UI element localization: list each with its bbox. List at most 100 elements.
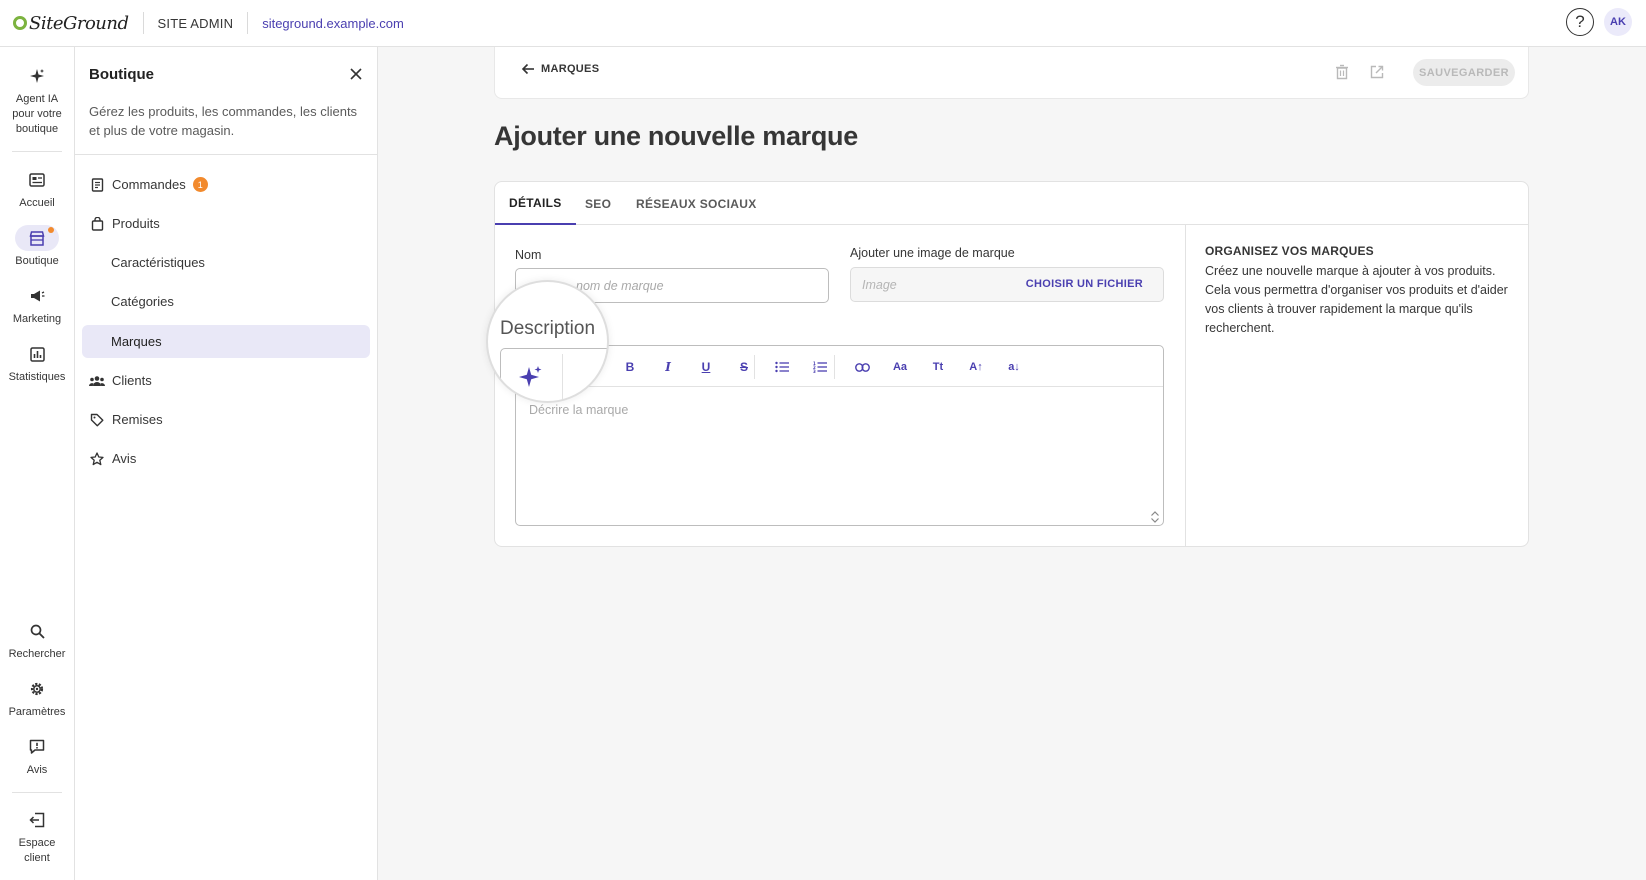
nav-label: Clients <box>112 373 152 388</box>
nav-item-clients[interactable]: Clients <box>82 364 370 397</box>
siteground-logo[interactable]: SiteGround <box>13 13 129 34</box>
rail-label: Rechercher <box>8 648 66 660</box>
rail-label: Statistiques <box>8 371 66 383</box>
rail-item-rechercher[interactable]: Rechercher <box>0 618 74 662</box>
brand-image-input[interactable]: Image CHOISIR UN FICHIER <box>850 267 1164 302</box>
panel-description: Gérez les produits, les commandes, les c… <box>89 104 358 138</box>
ai-sparkle-icon <box>15 63 59 89</box>
numbered-list-button[interactable]: 123 <box>810 357 830 377</box>
strikethrough-button[interactable]: S <box>734 357 754 377</box>
chart-icon <box>15 341 59 367</box>
rail-item-espace-client[interactable]: Espace client <box>0 807 74 866</box>
user-avatar[interactable]: AK <box>1604 8 1632 36</box>
nav-label: Marques <box>111 334 162 349</box>
nav-label: Remises <box>112 412 163 427</box>
link-button[interactable] <box>852 357 872 377</box>
resize-handle[interactable] <box>1149 510 1161 524</box>
exit-icon <box>15 807 59 833</box>
tab-details[interactable]: DÉTAILS <box>495 182 576 225</box>
divider <box>12 151 62 152</box>
rail-item-marketing[interactable]: Marketing <box>0 283 74 327</box>
rail-label: Boutique <box>15 255 59 267</box>
back-to-brands-link[interactable]: MARQUES <box>521 63 599 75</box>
magnifier-overlay: Description <box>486 280 609 403</box>
store-icon <box>15 225 59 251</box>
close-panel-button[interactable] <box>347 65 365 83</box>
delete-button[interactable] <box>1333 63 1351 81</box>
rail-item-avis[interactable]: Avis <box>0 734 74 778</box>
shop-panel: Boutique Gérez les produits, les command… <box>75 47 378 880</box>
nav-item-marques[interactable]: Marques <box>82 325 370 358</box>
top-bar: SiteGround SITE ADMIN siteground.example… <box>0 0 1646 47</box>
divider <box>142 12 144 34</box>
nav-item-categories[interactable]: Catégories <box>82 285 370 318</box>
divider <box>834 355 835 379</box>
help-icon: ? <box>1575 12 1585 31</box>
rail-label: Accueil <box>19 197 55 209</box>
gear-icon <box>15 676 59 702</box>
tag-icon <box>89 412 105 428</box>
description-textarea[interactable]: Décrire la marque <box>529 403 628 417</box>
text-style-button[interactable]: Tt <box>928 357 948 377</box>
rail-item-boutique[interactable]: Boutique <box>0 225 74 269</box>
nav-item-commandes[interactable]: Commandes 1 <box>82 168 370 201</box>
tab-bar: DÉTAILS SEO RÉSEAUX SOCIAUX <box>495 182 1528 225</box>
choose-file-button[interactable]: CHOISIR UN FICHIER <box>1026 278 1143 290</box>
bold-button[interactable]: B <box>620 357 640 377</box>
nav-item-avis[interactable]: Avis <box>82 442 370 475</box>
site-domain-link[interactable]: siteground.example.com <box>262 16 404 31</box>
rail-label: Agent IA pour votre boutique <box>12 93 62 135</box>
link-icon <box>854 362 870 372</box>
resize-icon <box>1151 511 1159 523</box>
logo-text: SiteGround <box>29 12 129 34</box>
rail-item-ai-agent[interactable]: Agent IA pour votre boutique <box>0 63 74 137</box>
magnified-editor <box>500 348 607 401</box>
page-title: Ajouter une nouvelle marque <box>494 121 858 151</box>
help-button[interactable]: ? <box>1566 8 1594 36</box>
numbered-list-icon: 123 <box>813 361 827 373</box>
rail-item-accueil[interactable]: Accueil <box>0 167 74 211</box>
bullet-list-icon <box>775 361 789 373</box>
help-title: ORGANISEZ VOS MARQUES <box>1205 244 1374 258</box>
description-editor: B I U S 123 Aa Tt A↑ a↓ Décrire la marqu… <box>515 345 1164 526</box>
action-bar: MARQUES SAUVEGARDER <box>494 47 1529 99</box>
italic-button[interactable]: I <box>658 357 678 377</box>
ai-write-button[interactable] <box>518 364 544 393</box>
rail-label: Marketing <box>12 313 62 325</box>
nav-item-remises[interactable]: Remises <box>82 403 370 436</box>
nav-label: Catégories <box>111 294 174 309</box>
bullet-list-button[interactable] <box>772 357 792 377</box>
rail-label: Espace client <box>18 837 56 864</box>
megaphone-icon <box>15 283 59 309</box>
description-label: Description <box>500 318 596 339</box>
tab-seo[interactable]: SEO <box>585 182 611 225</box>
rail-label: Avis <box>26 764 48 776</box>
logo-ring-icon <box>13 16 27 30</box>
editor-toolbar: B I U S 123 Aa Tt A↑ a↓ <box>516 346 1163 387</box>
tab-social[interactable]: RÉSEAUX SOCIAUX <box>636 182 757 225</box>
open-external-button[interactable] <box>1368 63 1386 81</box>
underline-button[interactable]: U <box>696 357 716 377</box>
text-color-button[interactable]: Aa <box>890 357 910 377</box>
divider <box>247 12 249 34</box>
dashboard-icon <box>15 167 59 193</box>
external-link-icon <box>1370 65 1384 79</box>
shopping-bag-icon <box>89 216 105 232</box>
site-admin-label: SITE ADMIN <box>157 15 234 31</box>
save-button[interactable]: SAUVEGARDER <box>1413 59 1515 86</box>
rail-label: Paramètres <box>8 706 66 718</box>
nav-label: Produits <box>112 216 160 231</box>
arrow-left-icon <box>521 63 534 75</box>
receipt-icon <box>89 177 105 193</box>
divider <box>12 792 62 793</box>
nav-item-caracteristiques[interactable]: Caractéristiques <box>82 246 370 279</box>
uppercase-button[interactable]: A↑ <box>966 357 986 377</box>
nav-item-produits[interactable]: Produits <box>82 207 370 240</box>
divider <box>1185 225 1186 546</box>
divider <box>75 154 377 155</box>
nav-label: Caractéristiques <box>111 255 205 270</box>
ai-sparkle-icon <box>519 366 542 387</box>
rail-item-parametres[interactable]: Paramètres <box>0 676 74 720</box>
lowercase-button[interactable]: a↓ <box>1004 357 1024 377</box>
rail-item-statistiques[interactable]: Statistiques <box>0 341 74 385</box>
